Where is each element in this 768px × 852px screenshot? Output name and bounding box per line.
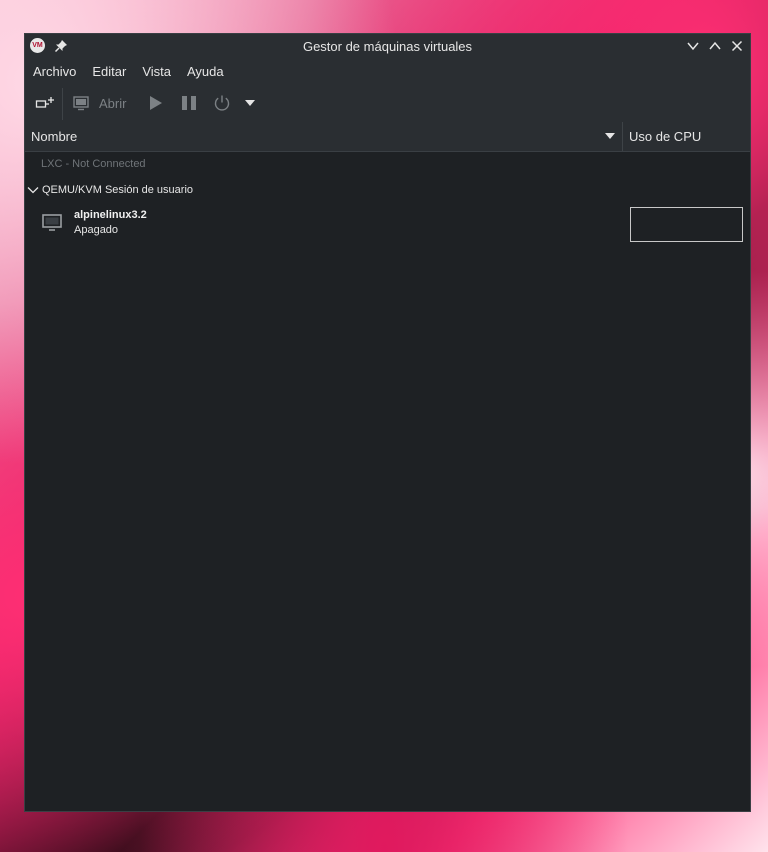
menu-editar[interactable]: Editar: [84, 60, 134, 84]
vm-state: Apagado: [74, 224, 119, 236]
connection-label: LXC - Not Connected: [41, 158, 146, 170]
menu-bar: Archivo Editar Vista Ayuda: [25, 60, 750, 84]
vm-list-header: Nombre Uso de CPU: [25, 122, 750, 152]
run-icon[interactable]: [149, 95, 163, 111]
vm-list-item[interactable]: alpinelinux3.2 Apagado: [25, 204, 750, 244]
monitor-open-icon: [73, 96, 89, 111]
vm-list: LXC - Not Connected QEMU/KVM Sesión de u…: [25, 152, 750, 811]
open-button[interactable]: Abrir: [73, 94, 126, 112]
minimize-icon[interactable]: [686, 39, 700, 53]
vm-name: alpinelinux3.2: [74, 209, 147, 221]
power-icon[interactable]: [213, 94, 231, 112]
monitor-icon: [42, 214, 62, 231]
virt-manager-window: VM Gestor de máquinas virtuales Archivo …: [24, 33, 751, 812]
toolbar-separator: [62, 88, 63, 120]
column-name-header[interactable]: Nombre: [31, 122, 77, 151]
column-cpu-header[interactable]: Uso de CPU: [629, 122, 701, 151]
menu-vista[interactable]: Vista: [134, 60, 179, 84]
menu-ayuda[interactable]: Ayuda: [179, 60, 232, 84]
connection-label: QEMU/KVM Sesión de usuario: [42, 184, 194, 196]
sort-descending-icon[interactable]: [605, 133, 615, 140]
window-title: Gestor de máquinas virtuales: [302, 39, 473, 54]
toolbar: Abrir: [25, 84, 750, 122]
chevron-down-icon[interactable]: [245, 99, 255, 107]
pause-icon[interactable]: [181, 95, 197, 111]
connection-qemu[interactable]: QEMU/KVM Sesión de usuario: [27, 184, 193, 196]
new-vm-icon[interactable]: [35, 94, 55, 112]
menu-archivo[interactable]: Archivo: [25, 60, 84, 84]
column-separator[interactable]: [622, 122, 623, 151]
open-label: Abrir: [99, 95, 127, 111]
close-icon[interactable]: [730, 39, 744, 53]
title-bar[interactable]: VM Gestor de máquinas virtuales: [25, 34, 750, 60]
connection-lxc[interactable]: LXC - Not Connected: [41, 158, 146, 170]
maximize-icon[interactable]: [708, 39, 722, 53]
cpu-usage-graph: [630, 207, 743, 242]
expand-chevron-down-icon[interactable]: [27, 186, 39, 194]
